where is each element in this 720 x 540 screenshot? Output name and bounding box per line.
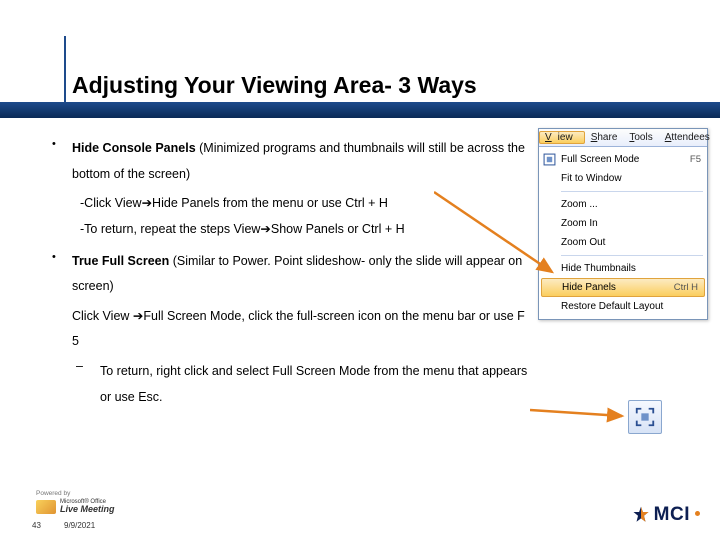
menu-item-zoom-out[interactable]: Zoom Out xyxy=(539,233,707,252)
menu-item-hide-panels[interactable]: Hide PanelsCtrl H xyxy=(541,278,705,297)
menu-attendees[interactable]: Attendees xyxy=(659,132,716,143)
star-icon xyxy=(632,506,650,524)
bullet-1-sub-1: -Click View➔Hide Panels from the menu or… xyxy=(80,191,532,217)
menu-item-zoom-in[interactable]: Zoom In xyxy=(539,214,707,233)
menu-item-restore-default-layout[interactable]: Restore Default Layout xyxy=(539,297,707,316)
menu-bar: View Share Tools Attendees A xyxy=(539,129,707,147)
slide-body: • Hide Console Panels (Minimized program… xyxy=(52,136,532,410)
page-number: 43 xyxy=(32,521,41,530)
slide-title: Adjusting Your Viewing Area- 3 Ways xyxy=(72,72,477,99)
arrow-to-fullscreen-icon xyxy=(530,406,630,426)
view-menu-screenshot: View Share Tools Attendees A Full Screen… xyxy=(538,128,708,320)
bullet-2-dash: To return, right click and select Full S… xyxy=(100,359,532,410)
dash-icon: – xyxy=(76,359,100,410)
menu-tools[interactable]: Tools xyxy=(623,132,658,143)
live-meeting-icon xyxy=(36,500,56,514)
bullet-2-line: Click View ➔Full Screen Mode, click the … xyxy=(72,304,532,355)
header-banner xyxy=(0,102,720,118)
bullet-1-sub-2: -To return, repeat the steps View➔Show P… xyxy=(80,217,532,243)
menu-item-full-screen-mode[interactable]: Full Screen ModeF5 xyxy=(539,150,707,169)
menu-share[interactable]: Share xyxy=(585,132,624,143)
slide-date: 9/9/2021 xyxy=(64,521,95,530)
menu-view[interactable]: View xyxy=(539,131,585,144)
menu-item-zoom-[interactable]: Zoom ... xyxy=(539,195,707,214)
fullscreen-icon xyxy=(542,152,557,167)
menu-item-fit-to-window[interactable]: Fit to Window xyxy=(539,169,707,188)
powered-by-badge: Powered by Microsoft® Office Live Meetin… xyxy=(36,490,130,514)
mci-logo: MCI xyxy=(632,504,700,526)
bullet-dot: • xyxy=(52,136,72,187)
menu-a[interactable]: A xyxy=(716,132,720,143)
bullet-1: Hide Console Panels (Minimized programs … xyxy=(72,136,532,187)
fullscreen-toolbar-icon[interactable] xyxy=(628,400,662,434)
bullet-dot: • xyxy=(52,249,72,300)
menu-item-hide-thumbnails[interactable]: Hide Thumbnails xyxy=(539,259,707,278)
bullet-2: True Full Screen (Similar to Power. Poin… xyxy=(72,249,532,300)
